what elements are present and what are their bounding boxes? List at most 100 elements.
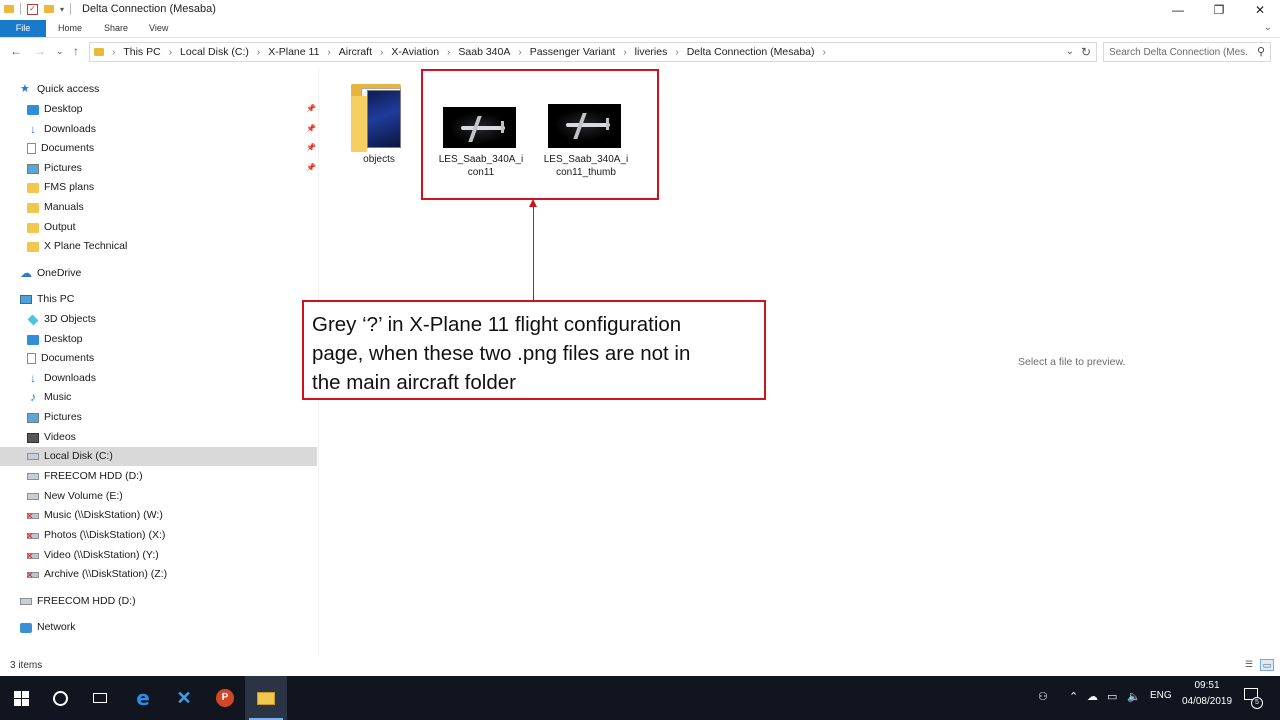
sidebar-item-3d-objects[interactable]: 3D Objects	[27, 310, 96, 329]
sidebar-item-downloads[interactable]: ↓ Downloads	[27, 369, 96, 388]
start-button[interactable]	[0, 676, 42, 720]
breadcrumb-item[interactable]: Delta Connection (Mesaba)	[687, 46, 815, 58]
refresh-icon[interactable]: ↻	[1081, 45, 1091, 59]
customize-toolbar-icon[interactable]: ▾	[60, 5, 64, 14]
sidebar-item-freecom-hdd-d[interactable]: FREECOM HDD (D:)	[27, 467, 143, 486]
show-hidden-icons-button[interactable]: ⌃	[1069, 690, 1078, 703]
sidebar-item-music-diskstation-w[interactable]: Music (\\DiskStation) (W:)	[26, 506, 163, 525]
search-icon[interactable]: ⚲	[1257, 45, 1265, 58]
taskbar-xplane[interactable]: ✕	[163, 676, 205, 720]
pin-icon[interactable]: 📌	[306, 143, 316, 152]
sidebar-item-photos-diskstation-x[interactable]: Photos (\\DiskStation) (X:)	[26, 526, 166, 545]
sidebar-item-label: 3D Objects	[44, 313, 96, 325]
sidebar-item-fms-plans[interactable]: FMS plans	[27, 178, 94, 197]
large-icons-view-button[interactable]: ▭	[1260, 659, 1274, 671]
address-dropdown-icon[interactable]: ⌄	[1066, 46, 1074, 57]
properties-icon[interactable]: ✓	[27, 3, 38, 15]
tab-file[interactable]: File	[0, 20, 46, 37]
sidebar-item-documents[interactable]: Documents	[27, 349, 94, 368]
breadcrumb-item[interactable]: Passenger Variant	[530, 46, 616, 58]
breadcrumb-item[interactable]: This PC	[123, 46, 160, 58]
ribbon-tabs: File Home Share View ⌄	[0, 20, 1280, 38]
breadcrumb-separator[interactable]: ›	[518, 47, 521, 58]
sidebar-item-this-pc[interactable]: This PC	[20, 290, 74, 309]
expand-ribbon-icon[interactable]: ⌄	[1264, 22, 1272, 33]
sidebar-item-desktop[interactable]: Desktop	[27, 330, 83, 349]
breadcrumb-item[interactable]: Saab 340A	[458, 46, 510, 58]
sidebar-item-label: Desktop	[44, 103, 83, 115]
taskbar-file-explorer[interactable]	[245, 676, 287, 720]
breadcrumb-separator[interactable]: ›	[623, 47, 626, 58]
breadcrumb-separator[interactable]: ›	[257, 47, 260, 58]
sidebar-item-local-disk-c[interactable]: Local Disk (C:)	[0, 447, 317, 466]
tab-home[interactable]: Home	[48, 20, 92, 37]
breadcrumb-separator[interactable]: ›	[447, 47, 450, 58]
sidebar-item-onedrive[interactable]: ☁ OneDrive	[20, 264, 81, 283]
sidebar-item-desktop[interactable]: Desktop	[27, 100, 83, 119]
close-button[interactable]: ✕	[1240, 0, 1280, 20]
new-folder-icon[interactable]	[44, 5, 54, 13]
sidebar-item-label: Music (\\DiskStation) (W:)	[44, 509, 163, 521]
taskbar-powerpoint[interactable]: P	[204, 676, 246, 720]
breadcrumb-separator[interactable]: ›	[823, 47, 826, 58]
forward-button[interactable]: →	[34, 44, 46, 58]
notification-count-badge: 5	[1251, 697, 1263, 709]
address-bar[interactable]: › This PC › Local Disk (C:) › X-Plane 11…	[89, 42, 1097, 62]
breadcrumb-item[interactable]: liveries	[635, 46, 668, 58]
sidebar-item-label: FREECOM HDD (D:)	[44, 470, 143, 482]
breadcrumb-item[interactable]: X-Aviation	[391, 46, 439, 58]
sidebar-item-new-volume-e[interactable]: New Volume (E:)	[27, 487, 123, 506]
minimize-button[interactable]: —	[1158, 0, 1198, 20]
language-indicator[interactable]: ENG	[1150, 690, 1172, 701]
search-input[interactable]	[1109, 45, 1249, 59]
sidebar-item-music[interactable]: ♪ Music	[27, 388, 71, 407]
back-button[interactable]: ←	[10, 44, 22, 58]
clock-time[interactable]: 09:51	[1192, 680, 1222, 691]
sidebar-item-downloads[interactable]: ↓ Downloads	[27, 120, 96, 139]
sidebar-item-label: Pictures	[44, 411, 82, 423]
sidebar-item-manuals[interactable]: Manuals	[27, 198, 84, 217]
clock-date[interactable]: 04/08/2019	[1178, 696, 1236, 707]
sidebar-item-x-plane-technical[interactable]: X Plane Technical	[27, 237, 127, 256]
pin-icon[interactable]: 📌	[306, 104, 316, 113]
sidebar-item-label: Documents	[41, 352, 95, 364]
file-item-objects[interactable]: objects	[349, 82, 409, 168]
search-box[interactable]: ⚲	[1103, 42, 1271, 62]
up-button[interactable]: ↑	[73, 44, 79, 58]
sidebar-item-video-diskstation-y[interactable]: Video (\\DiskStation) (Y:)	[26, 546, 159, 565]
cortana-search-button[interactable]	[39, 676, 81, 720]
music-icon: ♪	[30, 390, 36, 404]
sidebar-item-label: Local Disk (C:)	[44, 450, 113, 462]
sidebar-item-documents[interactable]: Documents	[27, 139, 94, 158]
restore-button[interactable]: ❐	[1199, 0, 1239, 20]
network-tray-icon[interactable]: ▭	[1107, 690, 1117, 703]
volume-icon[interactable]: 🔈	[1127, 690, 1141, 703]
sidebar-item-quick-access[interactable]: ★ Quick access	[20, 80, 99, 99]
sidebar-item-archive-diskstation-z[interactable]: Archive (\\DiskStation) (Z:)	[26, 565, 167, 584]
breadcrumb-separator[interactable]: ›	[327, 47, 330, 58]
pin-icon[interactable]: 📌	[306, 124, 316, 133]
sidebar-item-videos[interactable]: Videos	[27, 428, 76, 447]
people-icon[interactable]: ⚇	[1038, 690, 1048, 703]
task-view-button[interactable]	[79, 676, 121, 720]
details-view-button[interactable]: ☰	[1242, 659, 1256, 671]
breadcrumb-separator[interactable]: ›	[380, 47, 383, 58]
sidebar-item-label: Photos (\\DiskStation) (X:)	[44, 529, 166, 541]
sidebar-item-output[interactable]: Output	[27, 218, 76, 237]
breadcrumb-separator[interactable]: ›	[675, 47, 678, 58]
pin-icon[interactable]: 📌	[306, 163, 316, 172]
breadcrumb-item[interactable]: X-Plane 11	[268, 46, 319, 58]
sidebar-item-pictures[interactable]: Pictures	[27, 408, 82, 427]
callout-line: page, when these two .png files are not …	[312, 342, 691, 365]
sidebar-item-pictures[interactable]: Pictures	[27, 159, 82, 178]
tab-view[interactable]: View	[139, 20, 178, 37]
breadcrumb-separator[interactable]: ›	[169, 47, 172, 58]
tab-share[interactable]: Share	[94, 20, 138, 37]
breadcrumb-item[interactable]: Aircraft	[339, 46, 372, 58]
taskbar-edge[interactable]: e	[122, 676, 164, 720]
breadcrumb-item[interactable]: Local Disk (C:)	[180, 46, 249, 58]
sidebar-item-freecom-hdd[interactable]: FREECOM HDD (D:)	[20, 592, 136, 611]
onedrive-tray-icon[interactable]: ☁	[1087, 690, 1098, 703]
sidebar-item-network[interactable]: Network	[20, 618, 76, 637]
recent-locations-button[interactable]: ⌄	[56, 46, 64, 57]
